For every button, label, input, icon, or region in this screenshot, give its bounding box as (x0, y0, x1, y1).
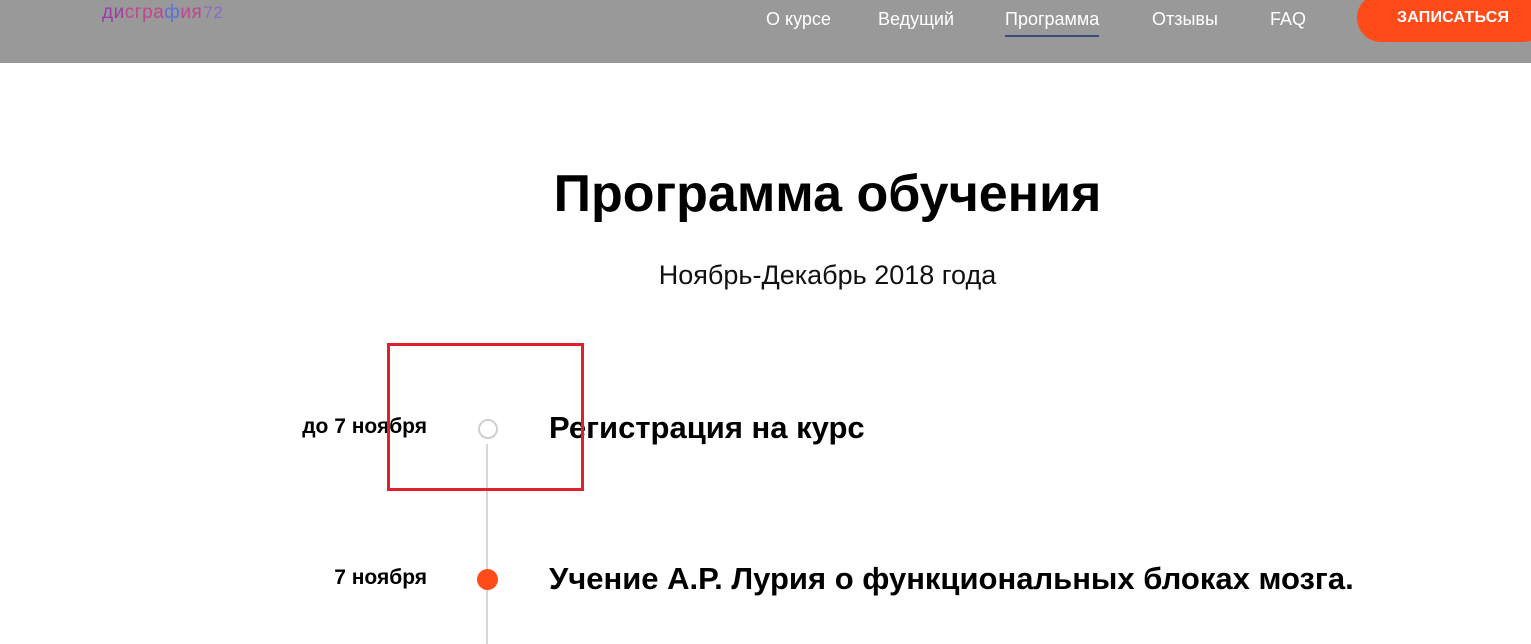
nav-item-program[interactable]: Программа (1005, 8, 1100, 37)
nav-item-faq[interactable]: FAQ (1270, 8, 1306, 30)
nav-item-host[interactable]: Ведущий (878, 8, 954, 30)
timeline-dot-empty-icon (478, 419, 498, 439)
logo-text-part: ф (164, 2, 181, 23)
page-title: Программа обучения (553, 165, 1102, 223)
timeline-title: Учение А.Р. Лурия о функциональных блока… (549, 561, 1354, 596)
site-logo[interactable]: ди сгра ф ия 72 (102, 2, 223, 24)
nav-item-reviews[interactable]: Отзывы (1152, 8, 1218, 30)
signup-button[interactable]: ЗАПИСАТЬСЯ (1357, 0, 1531, 42)
timeline-line (486, 444, 488, 644)
timeline-dot-filled-icon (477, 569, 498, 590)
timeline-date: 7 ноября (334, 566, 427, 589)
timeline-date: до 7 ноября (302, 415, 427, 438)
page-subtitle: Ноябрь-Декабрь 2018 года (658, 260, 997, 290)
site-header: ди сгра ф ия 72 О курсе Ведущий Программа От… (0, 0, 1531, 63)
nav-item-about[interactable]: О курсе (766, 8, 831, 30)
timeline-title: Регистрация на курс (549, 410, 865, 445)
logo-text-part: сгра (124, 2, 165, 23)
logo-number: 72 (203, 3, 224, 22)
logo-text-part: ия (180, 2, 203, 23)
logo-text-part: ди (102, 2, 125, 23)
